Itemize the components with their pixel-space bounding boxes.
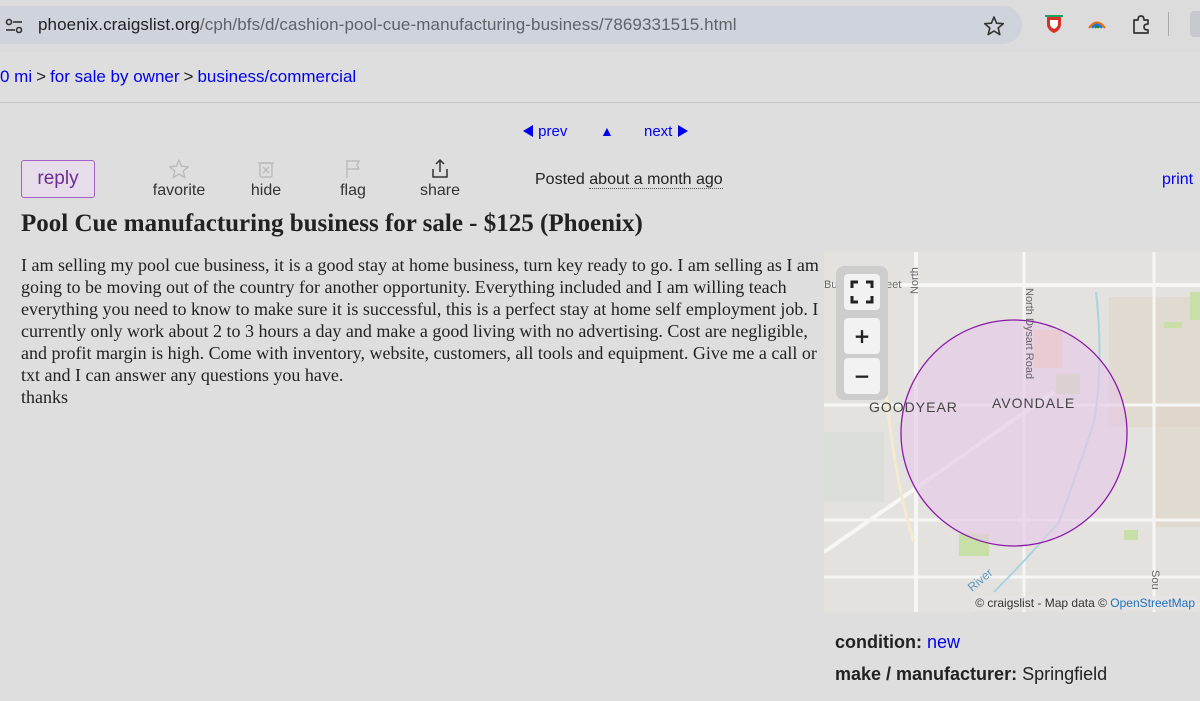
attribute-value-link[interactable]: new <box>927 632 960 652</box>
zoom-in-button[interactable]: + <box>844 318 880 354</box>
attribute-make: make / manufacturer: Springfield <box>835 664 1107 685</box>
posting-body-paragraph: I am selling my pool cue business, it is… <box>21 255 819 385</box>
map-label-dysart-road: North Dysart Road <box>1023 288 1035 379</box>
posted-when: about a month ago <box>589 171 723 189</box>
next-link[interactable]: next <box>644 123 689 140</box>
trash-x-icon <box>258 162 274 178</box>
fullscreen-icon <box>850 280 874 304</box>
url-path: /cph/bfs/d/cashion-pool-cue-manufacturin… <box>199 15 737 34</box>
triangle-right-icon <box>677 125 688 137</box>
favorite-button[interactable]: favorite <box>139 158 219 200</box>
attribute-label: make / manufacturer: <box>835 664 1018 684</box>
breadcrumb: 0 mi > for sale by owner > business/commerci… <box>0 67 356 87</box>
map-label-north: North <box>909 267 921 294</box>
zoom-out-button[interactable]: − <box>844 358 880 394</box>
openstreetmap-link[interactable]: OpenStreetMap <box>1110 596 1195 610</box>
attribute-condition: condition: new <box>835 632 960 653</box>
up-link[interactable]: ▲ <box>600 123 614 139</box>
header-divider <box>0 102 1200 103</box>
posting-body-thanks: thanks <box>21 387 68 407</box>
posting-body: I am selling my pool cue business, it is… <box>21 254 821 408</box>
profile-avatar[interactable] <box>1190 11 1200 37</box>
breadcrumb-distance[interactable]: 0 mi <box>0 67 32 86</box>
extensions-puzzle-icon[interactable] <box>1130 13 1152 35</box>
favorite-label: favorite <box>152 182 206 199</box>
posting-title: Pool Cue manufacturing business for sale… <box>21 210 643 237</box>
flag-label: flag <box>340 182 366 199</box>
posted-date: Posted about a month ago <box>535 171 723 189</box>
flag-button[interactable]: flag <box>313 158 393 200</box>
map-label-sou: Sou <box>1149 570 1161 590</box>
site-settings-icon[interactable] <box>4 17 24 35</box>
url-text[interactable]: phoenix.craigslist.org/cph/bfs/d/cashion… <box>38 15 737 35</box>
location-radius-circle <box>900 319 1128 547</box>
attribute-value: Springfield <box>1022 664 1108 684</box>
rainbow-extension-icon[interactable] <box>1086 13 1108 35</box>
breadcrumb-business-commercial[interactable]: business/commercial <box>197 67 356 86</box>
share-button[interactable]: share <box>400 158 480 200</box>
prev-label[interactable]: prev <box>538 123 567 140</box>
breadcrumb-for-sale-by-owner[interactable]: for sale by owner <box>50 67 179 86</box>
map-controls: + − <box>836 266 888 400</box>
attribute-label: condition: <box>835 632 922 652</box>
breadcrumb-separator: > <box>36 67 47 86</box>
browser-toolbar: phoenix.craigslist.org/cph/bfs/d/cashion… <box>0 0 1200 52</box>
map-label-goodyear: GOODYEAR <box>869 399 958 415</box>
posted-label: Posted <box>535 171 585 188</box>
star-outline-icon <box>169 159 189 179</box>
flag-icon <box>346 160 360 178</box>
print-link[interactable]: print <box>1162 171 1193 189</box>
prev-link[interactable]: prev <box>522 123 567 140</box>
triangle-left-icon <box>523 125 533 137</box>
toolbar-divider <box>1168 12 1169 36</box>
map-label-avondale: AVONDALE <box>992 395 1075 411</box>
location-map[interactable]: GOODYEAR AVONDALE North Dysart Road Nort… <box>824 252 1200 612</box>
fullscreen-button[interactable] <box>844 274 880 310</box>
bookmark-star-icon[interactable] <box>983 15 1005 37</box>
url-host: phoenix.craigslist.org <box>38 15 200 34</box>
hide-button[interactable]: hide <box>226 158 306 200</box>
share-icon <box>432 158 448 178</box>
hide-label: hide <box>250 182 282 199</box>
address-bar[interactable]: phoenix.craigslist.org/cph/bfs/d/cashion… <box>0 6 1022 44</box>
breadcrumb-separator: > <box>183 67 194 86</box>
map-label-eet: eet <box>886 279 901 291</box>
map-credit: © craigslist - Map data © OpenStreetMap <box>973 596 1197 610</box>
shield-extension-icon[interactable] <box>1043 13 1065 35</box>
share-label: share <box>419 182 461 199</box>
next-label[interactable]: next <box>644 123 672 140</box>
map-credit-text: © craigslist - Map data © <box>975 596 1107 610</box>
reply-button[interactable]: reply <box>21 160 95 198</box>
